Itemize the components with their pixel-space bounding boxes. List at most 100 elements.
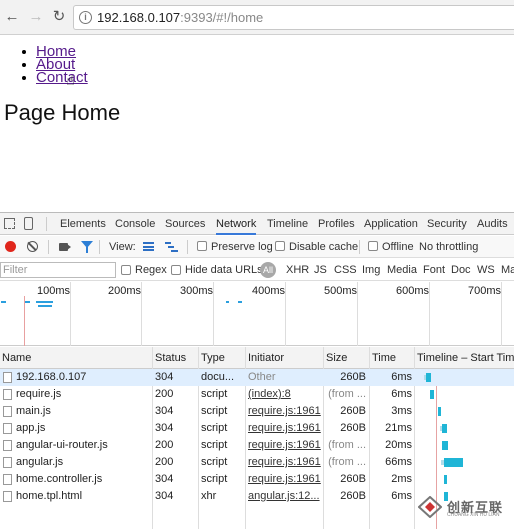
filter-type-css[interactable]: CSS	[334, 259, 357, 281]
tab-security[interactable]: Security	[427, 213, 467, 235]
tick-label: 200ms	[108, 285, 142, 297]
filter-icon[interactable]	[81, 241, 93, 253]
filter-type-xhr[interactable]: XHR	[286, 259, 309, 281]
tab-application[interactable]: Application	[364, 213, 418, 235]
watermark-logo-icon	[418, 496, 442, 518]
column-header-timeline[interactable]: Timeline – Start Time	[415, 347, 514, 369]
cell-initiator[interactable]: require.js:1961	[248, 454, 322, 471]
cell-name: app.js	[16, 422, 46, 434]
filter-type-ws[interactable]: WS	[477, 259, 495, 281]
devtools-tabbar: Elements Console Sources Network Timelin…	[0, 213, 514, 235]
filter-all-button[interactable]: All	[260, 262, 276, 278]
overview-icon[interactable]	[165, 242, 178, 252]
table-row[interactable]: home.controller.js 304 script require.js:19…	[0, 471, 514, 488]
column-header-status[interactable]: Status	[153, 347, 186, 369]
waterfall-bar	[444, 475, 447, 484]
disable-cache-checkbox[interactable]	[275, 241, 285, 251]
record-icon[interactable]	[5, 241, 16, 252]
large-rows-icon[interactable]	[143, 242, 154, 251]
tab-console[interactable]: Console	[115, 213, 155, 235]
table-row[interactable]: app.js 304 script require.js:1961 260B 21ms	[0, 420, 514, 437]
file-icon	[3, 406, 12, 417]
tab-timeline[interactable]: Timeline	[267, 213, 308, 235]
cell-name: 192.168.0.107	[16, 371, 87, 383]
column-header-initiator[interactable]: Initiator	[246, 347, 284, 369]
waterfall-bar	[438, 407, 441, 416]
device-mode-icon[interactable]	[24, 217, 33, 230]
clear-icon[interactable]	[27, 241, 38, 252]
tab-elements[interactable]: Elements	[60, 213, 106, 235]
throttling-select[interactable]: No throttling	[419, 236, 478, 258]
forward-arrow-icon[interactable]: →	[28, 9, 44, 25]
table-row[interactable]: angular.js 200 script require.js:1961 (from …	[0, 454, 514, 471]
offline-checkbox[interactable]	[368, 241, 378, 251]
tick-label: 500ms	[324, 285, 358, 297]
filter-type-manifest[interactable]: Ma	[501, 259, 514, 281]
inspect-element-icon[interactable]	[4, 218, 15, 229]
cell-initiator[interactable]: angular.js:12...	[248, 488, 322, 505]
waterfall-bar	[444, 458, 463, 467]
cell-size: (from ...	[328, 388, 366, 400]
cell-initiator[interactable]: require.js:1961	[248, 420, 322, 437]
cell-type: xhr	[201, 490, 217, 502]
back-arrow-icon[interactable]: ←	[4, 9, 20, 25]
address-bar[interactable]: i 192.168.0.107:9393/#!/home	[73, 5, 514, 30]
filter-input[interactable]	[0, 262, 116, 278]
file-icon	[3, 423, 12, 434]
cell-status: 304	[155, 473, 174, 485]
filter-bar: Regex Hide data URLs All XHR JS CSS Img …	[0, 259, 514, 281]
cell-time: 20ms	[385, 439, 412, 451]
tick-label: 400ms	[252, 285, 286, 297]
overview-bar	[38, 305, 52, 307]
network-overview[interactable]: 100ms 200ms 300ms 400ms 500ms 600ms 700m…	[0, 282, 514, 346]
nav-link-contact[interactable]: Contact	[36, 69, 88, 86]
file-icon	[3, 372, 12, 383]
tab-audits[interactable]: Audits	[477, 213, 508, 235]
tab-profiles[interactable]: Profiles	[318, 213, 355, 235]
cell-size: 260B	[340, 490, 366, 502]
table-header: Name Status Type Initiator Size Time Tim…	[0, 347, 514, 369]
column-header-type[interactable]: Type	[199, 347, 225, 369]
cell-time: 6ms	[391, 388, 412, 400]
reload-icon[interactable]: ↻	[51, 9, 67, 25]
table-row[interactable]: require.js 200 script (index):8 (from ... 6ms	[0, 386, 514, 403]
cell-status: 304	[155, 405, 174, 417]
preserve-log-checkbox[interactable]	[197, 241, 207, 251]
tab-sources[interactable]: Sources	[165, 213, 205, 235]
table-row[interactable]: main.js 304 script require.js:1961 260B 3ms	[0, 403, 514, 420]
cell-time: 21ms	[385, 422, 412, 434]
cell-initiator[interactable]: require.js:1961	[248, 471, 322, 488]
tab-network[interactable]: Network	[216, 213, 257, 235]
cell-status: 304	[155, 371, 174, 383]
filter-type-media[interactable]: Media	[387, 259, 417, 281]
cell-initiator[interactable]: (index):8	[248, 386, 322, 403]
file-icon	[3, 389, 12, 400]
column-header-time[interactable]: Time	[370, 347, 396, 369]
grid-line	[429, 282, 430, 346]
cell-name: angular.js	[16, 456, 64, 468]
column-header-name[interactable]: Name	[0, 347, 31, 369]
divider	[46, 217, 47, 231]
hide-data-urls-checkbox[interactable]	[171, 265, 181, 275]
regex-checkbox[interactable]	[121, 265, 131, 275]
cell-type: script	[201, 388, 228, 400]
hand-cursor-icon: ☝	[66, 72, 75, 88]
filter-type-img[interactable]: Img	[362, 259, 380, 281]
file-icon	[3, 474, 12, 485]
table-row[interactable]: 192.168.0.107 304 docu... Other 260B 6ms	[0, 369, 514, 386]
cell-initiator[interactable]: require.js:1961	[248, 437, 322, 454]
preserve-log-label: Preserve log	[211, 241, 273, 253]
info-icon[interactable]: i	[79, 11, 92, 24]
column-header-size[interactable]: Size	[324, 347, 347, 369]
filter-type-doc[interactable]: Doc	[451, 259, 471, 281]
capture-screenshots-icon[interactable]	[59, 243, 71, 251]
url-text[interactable]: 192.168.0.107:9393/#!/home	[97, 10, 263, 26]
filter-type-font[interactable]: Font	[423, 259, 445, 281]
cell-initiator[interactable]: require.js:1961	[248, 403, 322, 420]
table-row[interactable]: angular-ui-router.js 200 script require.js:…	[0, 437, 514, 454]
page-title: Page Home	[4, 100, 121, 125]
filter-type-js[interactable]: JS	[314, 259, 327, 281]
cell-time: 6ms	[391, 490, 412, 502]
cell-status: 200	[155, 456, 174, 468]
cell-name: require.js	[16, 388, 62, 400]
